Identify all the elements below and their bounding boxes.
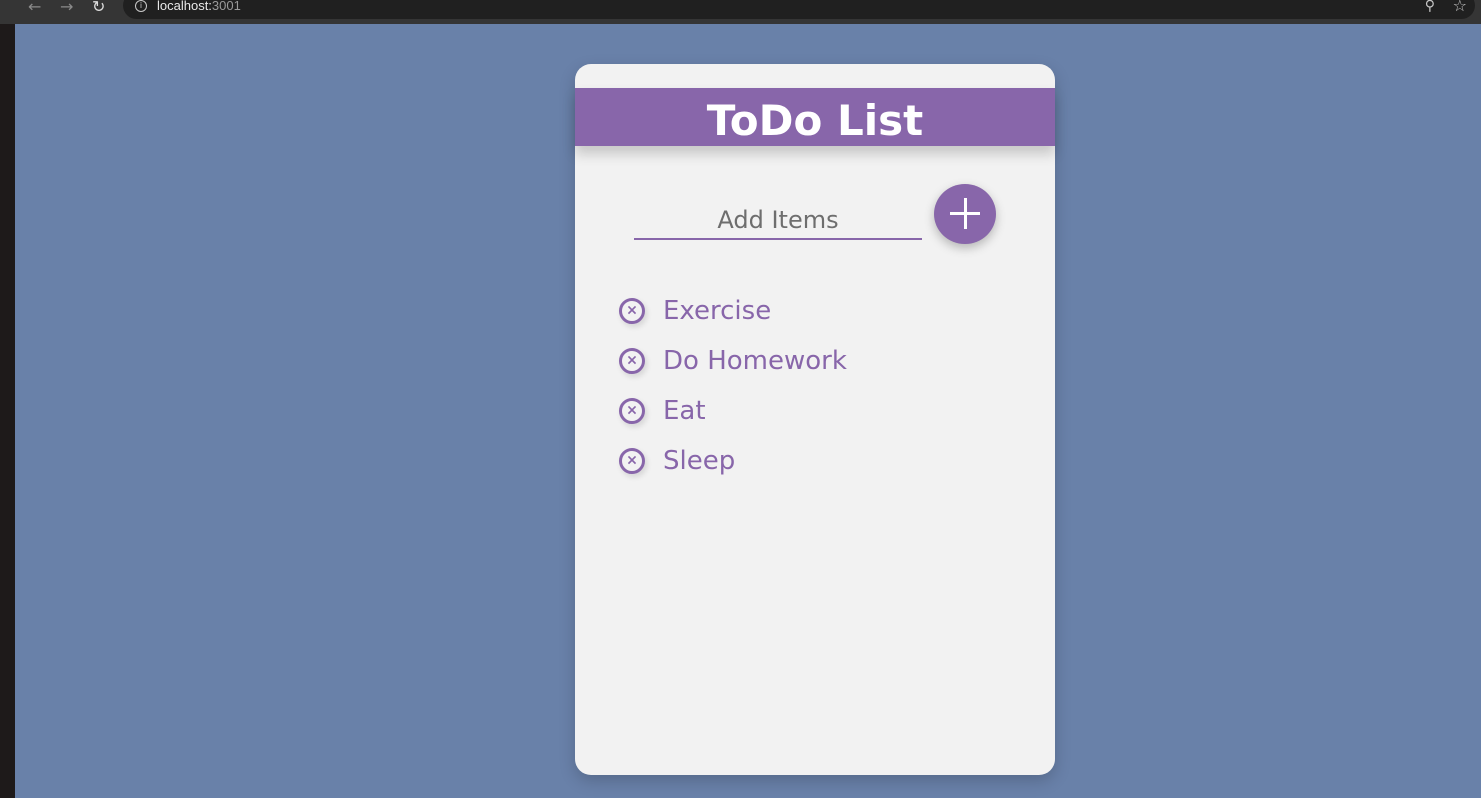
- add-item-form: [634, 182, 1004, 244]
- delete-item-button[interactable]: ×: [619, 298, 645, 324]
- list-item: × Sleep: [619, 436, 847, 486]
- window-edge: [0, 0, 15, 798]
- card-header: ToDo List: [575, 88, 1055, 146]
- todo-list: × Exercise × Do Homework × Eat × Sleep: [619, 286, 847, 486]
- delete-item-button[interactable]: ×: [619, 398, 645, 424]
- info-icon[interactable]: i: [135, 0, 147, 12]
- zoom-icon[interactable]: ⚲: [1425, 0, 1435, 14]
- browser-toolbar: ← → ↻ i localhost:3001 ⚲ ☆: [0, 0, 1481, 24]
- address-url: localhost:3001: [157, 0, 241, 13]
- todo-item-text: Eat: [663, 396, 706, 426]
- add-item-input[interactable]: [634, 202, 922, 240]
- todo-item-text: Sleep: [663, 446, 736, 476]
- page-title: ToDo List: [706, 96, 924, 145]
- reload-icon[interactable]: ↻: [92, 0, 105, 16]
- delete-item-button[interactable]: ×: [619, 348, 645, 374]
- todo-item-text: Exercise: [663, 296, 772, 326]
- address-bar[interactable]: i localhost:3001 ⚲ ☆: [123, 0, 1475, 19]
- page-viewport: ToDo List × Exercise × Do Homework × Eat: [15, 24, 1481, 798]
- add-item-button[interactable]: [934, 184, 996, 244]
- url-host: localhost:: [157, 0, 212, 13]
- delete-item-button[interactable]: ×: [619, 448, 645, 474]
- close-circle-icon: ×: [626, 352, 638, 369]
- list-item: × Eat: [619, 386, 847, 436]
- back-icon[interactable]: ←: [28, 0, 41, 16]
- list-item: × Do Homework: [619, 336, 847, 386]
- url-port: 3001: [211, 0, 241, 13]
- close-circle-icon: ×: [626, 452, 638, 469]
- star-icon[interactable]: ☆: [1453, 0, 1467, 15]
- todo-item-text: Do Homework: [663, 346, 847, 376]
- forward-icon[interactable]: →: [60, 0, 73, 16]
- plus-icon-vertical: [963, 198, 967, 229]
- list-item: × Exercise: [619, 286, 847, 336]
- todo-card: ToDo List × Exercise × Do Homework × Eat: [575, 64, 1055, 775]
- close-circle-icon: ×: [626, 302, 638, 319]
- close-circle-icon: ×: [626, 402, 638, 419]
